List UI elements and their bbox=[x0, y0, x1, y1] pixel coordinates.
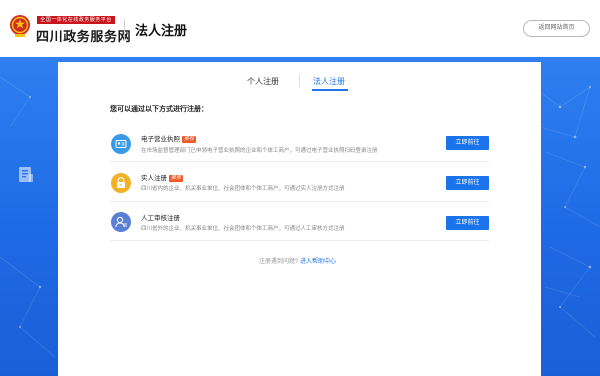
go-button-e-license[interactable]: 立即前往 bbox=[446, 136, 489, 150]
method-title: 实人注册 推荐 bbox=[141, 172, 184, 182]
help-center-link[interactable]: 进入帮助中心 bbox=[300, 259, 336, 265]
method-description: 四川省内的企业、机关事业单位、社会团体和个体工商户，可通过实人注册方式注册 bbox=[141, 186, 345, 192]
site-header: 全国一体化在线政务服务平台 四川政务服务网 法人注册 返回网站首页 bbox=[0, 0, 600, 57]
tab-personal-registration[interactable]: 个人注册 bbox=[247, 76, 279, 87]
platform-badge: 全国一体化在线政务服务平台 bbox=[37, 16, 115, 24]
user-review-icon bbox=[111, 212, 131, 232]
national-emblem-icon bbox=[10, 15, 30, 37]
method-description: 四川省外的企业、机关事业单位、社会团体和个体工商户，可通过人工审核方式注册 bbox=[141, 226, 345, 232]
method-description: 在市场监督管理部门已申领电子营业执照的企业和个体工商户，可通过电子营业执照扫码登… bbox=[141, 148, 378, 154]
help-question: 注册遇到问题? bbox=[259, 259, 299, 265]
row-divider bbox=[110, 201, 489, 202]
page-title: 法人注册 bbox=[135, 23, 188, 38]
active-tab-indicator bbox=[312, 89, 348, 91]
row-divider bbox=[110, 240, 489, 241]
help-line: 注册遇到问题? 进入帮助中心 bbox=[259, 256, 336, 265]
go-button-real-person[interactable]: 立即前往 bbox=[446, 176, 489, 190]
method-name: 人工审核注册 bbox=[141, 215, 180, 222]
header-divider bbox=[124, 19, 125, 41]
recommend-badge: 推荐 bbox=[182, 136, 197, 143]
document-icon bbox=[19, 167, 33, 182]
return-home-button[interactable]: 返回网站首页 bbox=[523, 20, 590, 37]
row-divider bbox=[110, 161, 489, 162]
tab-divider bbox=[299, 74, 300, 87]
tab-legal-registration[interactable]: 法人注册 bbox=[313, 76, 345, 87]
recommend-badge: 推荐 bbox=[169, 175, 184, 182]
go-button-manual-review[interactable]: 立即前往 bbox=[446, 216, 489, 230]
method-title: 电子营业执照 推荐 bbox=[141, 133, 197, 143]
method-name: 实人注册 bbox=[141, 175, 167, 182]
intro-text: 您可以通过以下方式进行注册： bbox=[110, 106, 208, 113]
method-name: 电子营业执照 bbox=[141, 136, 180, 143]
method-title: 人工审核注册 bbox=[141, 212, 180, 222]
site-name[interactable]: 四川政务服务网 bbox=[36, 26, 131, 45]
lock-icon bbox=[111, 173, 131, 193]
id-card-icon bbox=[111, 134, 131, 154]
